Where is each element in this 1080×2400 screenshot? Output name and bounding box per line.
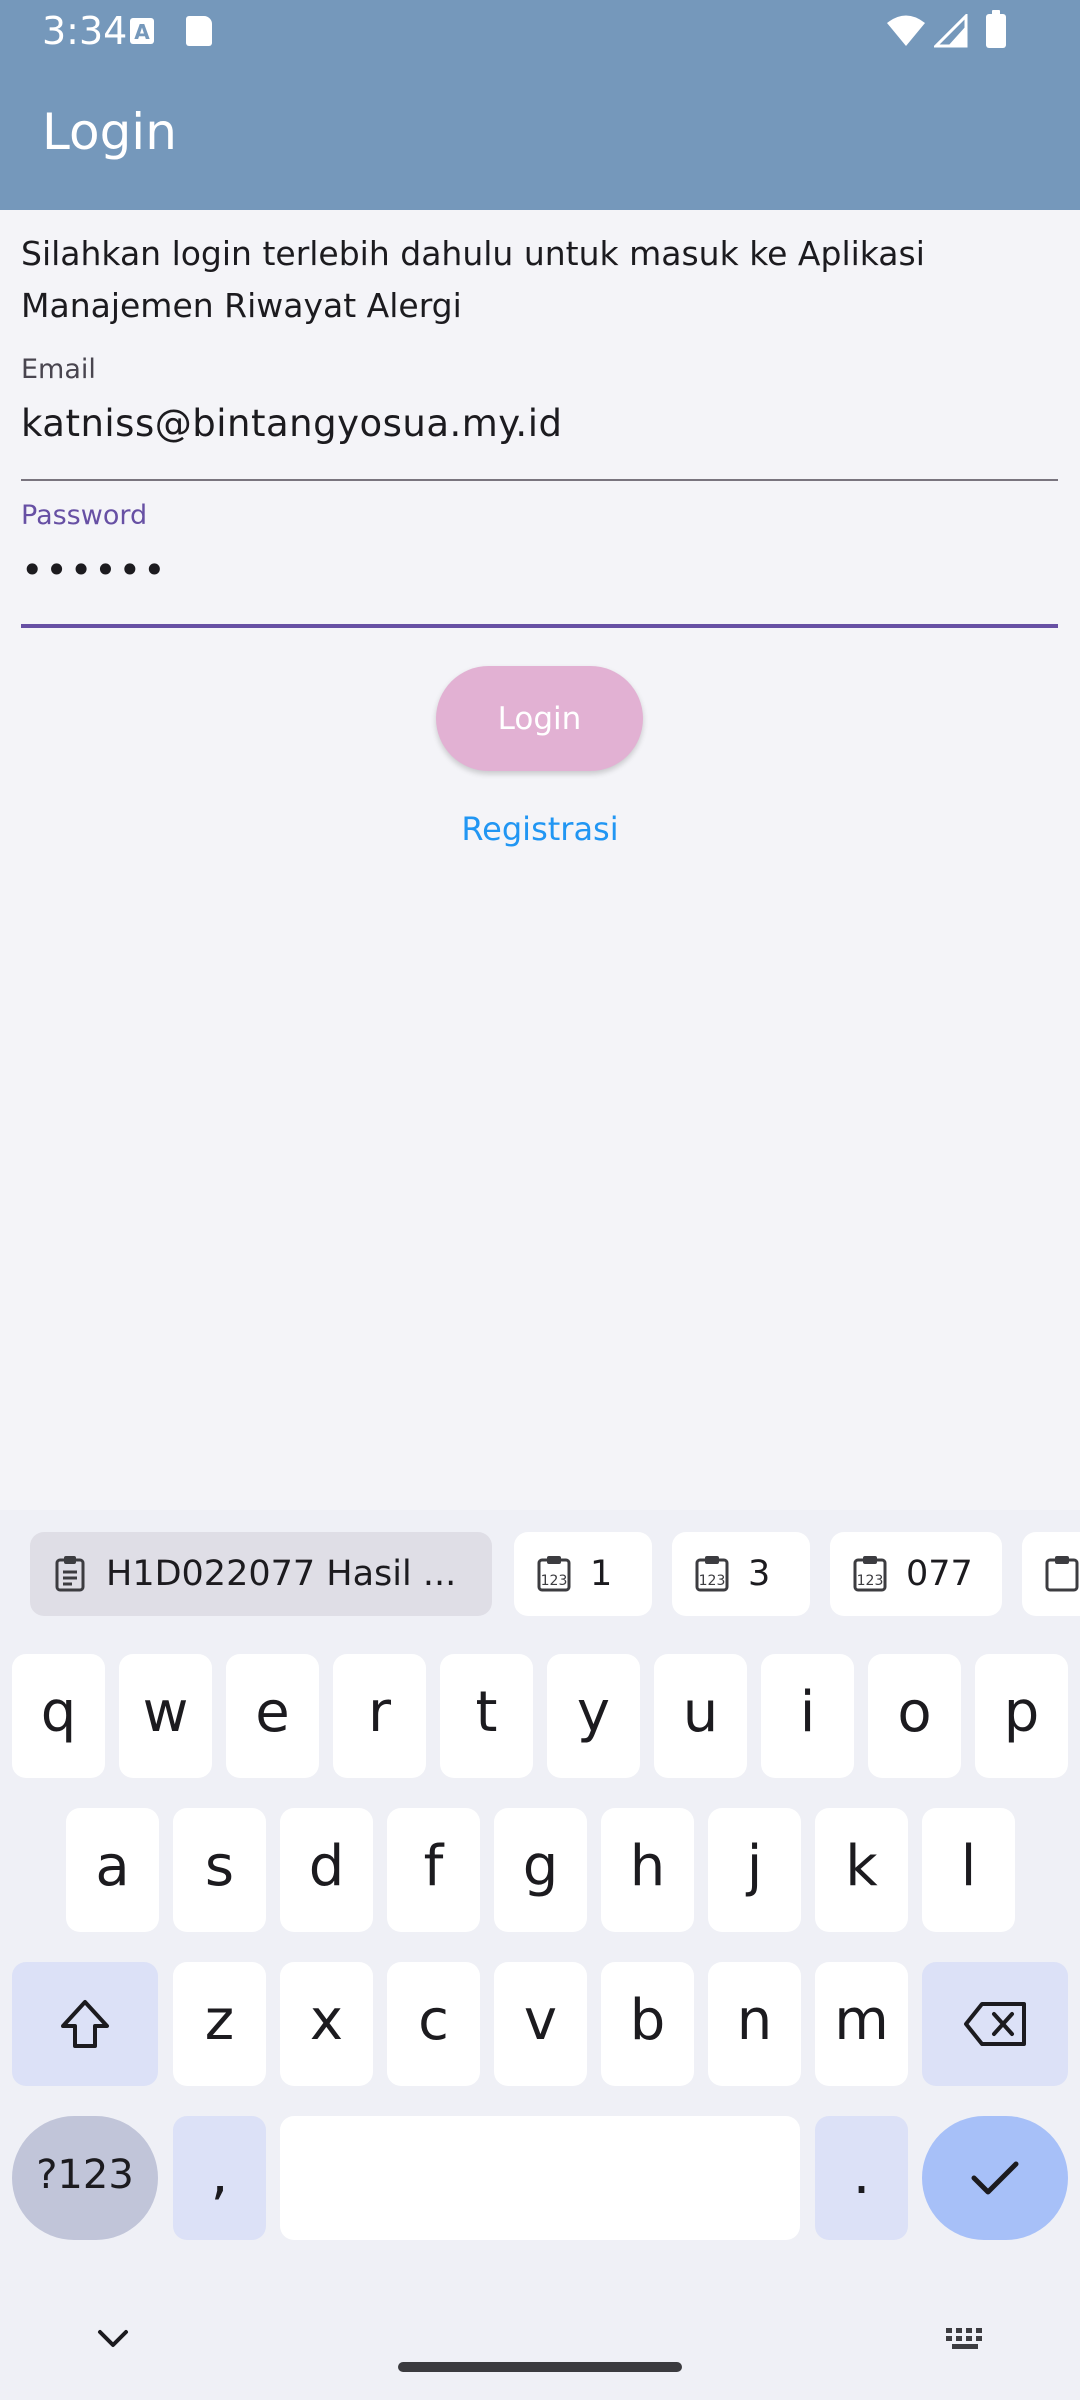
shift-icon [61, 2000, 109, 2048]
clipboard-numbers-icon: 123 [695, 1556, 729, 1592]
svg-text:123: 123 [541, 1573, 568, 1589]
key-n[interactable]: n [708, 1962, 801, 2086]
key-v[interactable]: v [494, 1962, 587, 2086]
clipboard-chip[interactable]: 123 1 [514, 1532, 652, 1616]
key-b[interactable]: b [601, 1962, 694, 2086]
clipboard-chip-text: 1 [590, 1554, 613, 1594]
intro-text: Silahkan login terlebih dahulu untuk mas… [21, 234, 925, 325]
clipboard-chip[interactable]: 123 3 [672, 1532, 810, 1616]
key-x[interactable]: x [280, 1962, 373, 2086]
keyboard [0, 1510, 1080, 2400]
battery-icon [986, 10, 1006, 48]
login-button[interactable]: Login [436, 666, 643, 771]
clipboard-strip: H1D022077 Hasil ... 123 1 123 3 123 077 [0, 1532, 1080, 1616]
keyboard-nav-bar [0, 2310, 1080, 2400]
key-f[interactable]: f [387, 1808, 480, 1932]
key-p[interactable]: p [975, 1654, 1068, 1778]
sd-card-icon [186, 16, 212, 46]
status-time: 3:34 [42, 9, 128, 53]
key-q[interactable]: q [12, 1654, 105, 1778]
key-g[interactable]: g [494, 1808, 587, 1932]
comma-key[interactable]: , [173, 2116, 266, 2240]
key-i[interactable]: i [761, 1654, 854, 1778]
period-key[interactable]: . [815, 2116, 908, 2240]
key-j[interactable]: j [708, 1808, 801, 1932]
checkmark-icon [971, 2161, 1019, 2195]
key-m[interactable]: m [815, 1962, 908, 2086]
clipboard-chip-text: 077 [906, 1554, 973, 1594]
key-s[interactable]: s [173, 1808, 266, 1932]
clipboard-chip[interactable]: 123 077 [830, 1532, 1002, 1616]
email-underline [21, 479, 1058, 481]
clipboard-numbers-icon [1045, 1556, 1079, 1592]
svg-text:123: 123 [857, 1573, 884, 1589]
app-bar-title: Login [42, 103, 177, 161]
key-d[interactable]: d [280, 1808, 373, 1932]
key-k[interactable]: k [815, 1808, 908, 1932]
email-field[interactable]: katniss@bintangyosua.my.id [21, 402, 562, 445]
clipboard-numbers-icon: 123 [537, 1556, 571, 1592]
space-key[interactable] [280, 2116, 800, 2240]
key-h[interactable]: h [601, 1808, 694, 1932]
clipboard-chip-text: 3 [748, 1554, 771, 1594]
key-c[interactable]: c [387, 1962, 480, 2086]
key-u[interactable]: u [654, 1654, 747, 1778]
enter-key[interactable] [922, 2116, 1068, 2240]
clipboard-chip[interactable]: H1D022077 Hasil ... [30, 1532, 492, 1616]
keyboard-switch-icon[interactable] [944, 2326, 990, 2352]
home-indicator[interactable] [398, 2362, 682, 2372]
key-a[interactable]: a [66, 1808, 159, 1932]
wifi-icon [887, 15, 925, 46]
key-o[interactable]: o [868, 1654, 961, 1778]
password-field[interactable]: •••••• [21, 548, 167, 592]
backspace-key[interactable] [922, 1962, 1068, 2086]
password-underline [21, 624, 1058, 628]
text-a-icon: A [130, 18, 154, 44]
clipboard-icon [55, 1556, 85, 1592]
backspace-icon [964, 2002, 1026, 2046]
clipboard-chip[interactable] [1022, 1532, 1080, 1616]
key-t[interactable]: t [440, 1654, 533, 1778]
register-link[interactable]: Registrasi [0, 810, 1080, 848]
signal-icon [934, 14, 968, 48]
key-l[interactable]: l [922, 1808, 1015, 1932]
key-w[interactable]: w [119, 1654, 212, 1778]
collapse-keyboard-icon[interactable] [96, 2328, 130, 2350]
status-bar: 3:34 A [0, 0, 1080, 62]
key-e[interactable]: e [226, 1654, 319, 1778]
clipboard-numbers-icon: 123 [853, 1556, 887, 1592]
key-y[interactable]: y [547, 1654, 640, 1778]
shift-key[interactable] [12, 1962, 158, 2086]
symbols-key[interactable]: ?123 [12, 2116, 158, 2240]
password-label: Password [21, 500, 148, 531]
svg-text:123: 123 [699, 1573, 726, 1589]
clipboard-chip-text: H1D022077 Hasil ... [106, 1554, 457, 1594]
key-r[interactable]: r [333, 1654, 426, 1778]
key-z[interactable]: z [173, 1962, 266, 2086]
email-label: Email [21, 354, 96, 385]
